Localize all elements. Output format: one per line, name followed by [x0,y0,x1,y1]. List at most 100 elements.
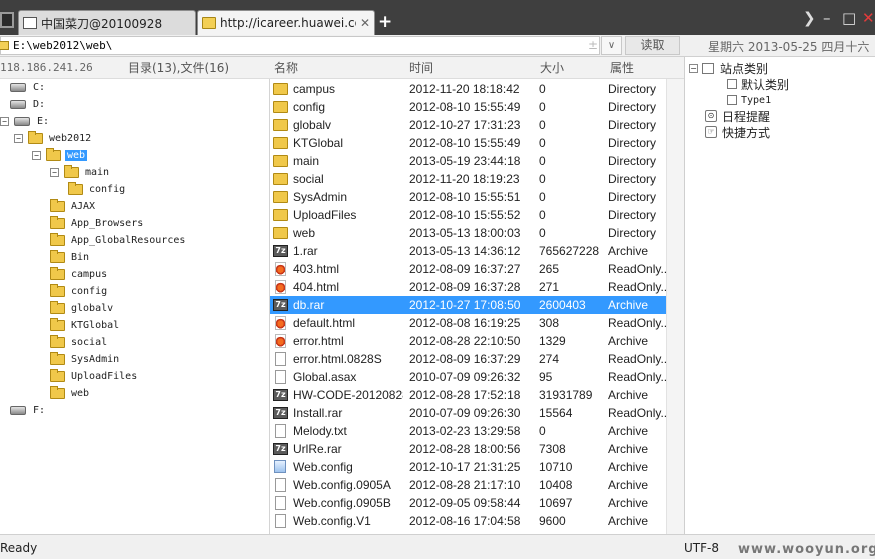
path-input[interactable]: E:\web2012\web\ [0,36,600,55]
file-attr: Archive [608,478,649,492]
watermark: www.wooyun.org [738,542,875,557]
file-time: 2012-08-09 16:37:27 [409,262,521,276]
tab-huawei[interactable]: http://icareer.huawei.com/ma... ✕ [197,10,375,35]
file-row[interactable]: 7z 1.rar 2013-05-13 14:36:12 765627228 Archi… [270,242,666,260]
column-size[interactable]: 大小 [540,57,564,79]
file-row[interactable]: Web.config.0905A 2012-08-28 21:17:10 10408… [270,476,666,494]
site-category-node[interactable]: − 站点类别 [689,60,768,76]
file-row[interactable]: main 2013-05-19 23:44:18 0 Directory [270,152,666,170]
file-row[interactable]: 7z UrlRe.rar 2012-08-28 18:00:56 7308 Archiv… [270,440,666,458]
file-row[interactable]: 403.html 2012-08-09 16:37:27 265 ReadOnly..… [270,260,666,278]
folder-icon [50,216,65,229]
file-row[interactable]: Global.asax 2010-07-09 09:26:32 95 ReadOnly… [270,368,666,386]
archive-icon: 7z [273,389,288,401]
tree-node[interactable]: UploadFiles [50,368,139,385]
tree-node[interactable]: KTGlobal [50,317,121,334]
tree-node[interactable]: config [68,181,127,198]
maximize-button[interactable]: □ [842,9,856,27]
collapse-icon[interactable]: − [32,151,41,160]
tree-node-label: KTGlobal [71,320,120,331]
folder-icon [28,131,43,144]
tree-node[interactable]: AJAX [50,198,97,215]
file-row[interactable]: Web.config.0905B 2012-09-05 09:58:44 10697… [270,494,666,512]
shortcuts-node[interactable]: ☞ 快捷方式 [705,124,770,140]
file-time: 2012-11-20 18:19:23 [409,172,520,186]
tab-caidao[interactable]: 中国菜刀@20100928 [18,10,196,35]
file-row[interactable]: social 2012-11-20 18:19:23 0 Directory [270,170,666,188]
folder-icon [273,227,288,239]
file-row[interactable]: SysAdmin 2012-08-10 15:55:51 0 Directory [270,188,666,206]
tree-node[interactable]: − main [50,164,111,181]
collapse-icon[interactable]: − [0,117,9,126]
file-row[interactable]: error.html 2012-08-28 22:10:50 1329 Archive [270,332,666,350]
column-name[interactable]: 名称 [274,57,298,79]
column-time[interactable]: 时间 [409,57,433,79]
file-row[interactable]: UploadFiles 2012-08-10 15:55:52 0 Directory [270,206,666,224]
file-row[interactable]: Web.config 2012-10-17 21:31:25 10710 Archiv… [270,458,666,476]
path-dropdown-button[interactable]: ∨ [601,36,622,55]
file-row[interactable]: config 2012-08-10 15:55:49 0 Directory [270,98,666,116]
new-tab-button[interactable]: + [378,12,392,32]
path-text: E:\web2012\web\ [13,39,113,52]
file-size: 1329 [539,334,566,348]
tree-node[interactable]: SysAdmin [50,351,121,368]
folder-icon [50,233,65,246]
tree-node[interactable]: F: [10,402,47,419]
tree-node-label: D: [33,99,46,110]
tab-close-icon[interactable]: ✕ [356,16,374,30]
category-icon [727,95,737,105]
schedule-node[interactable]: ⊙ 日程提醒 [705,108,770,124]
file-size: 0 [539,100,546,114]
tree-node[interactable]: App_Browsers [50,215,145,232]
file-time: 2012-08-16 17:04:58 [409,514,521,528]
spinner-icon[interactable]: ± [588,38,598,52]
file-row[interactable]: web 2013-05-13 18:00:03 0 Directory [270,224,666,242]
file-row[interactable]: 7z db.rar 2012-10-27 17:08:50 2600403 Archiv… [270,296,666,314]
file-row[interactable]: error.html.0828S 2012-08-09 16:37:29 274 Re… [270,350,666,368]
tree-node[interactable]: globalv [50,300,115,317]
file-row[interactable]: 7z HW-CODE-20120828... 2012-08-28 17:52:18… [270,386,666,404]
tree-node[interactable]: config [50,283,109,300]
tree-node[interactable]: social [50,334,109,351]
file-row[interactable]: 404.html 2012-08-09 16:37:28 271 ReadOnly..… [270,278,666,296]
tree-node[interactable]: campus [50,266,109,283]
file-row[interactable]: KTGlobal 2012-08-10 15:55:49 0 Directory [270,134,666,152]
drive-icon [10,100,26,109]
tree-node[interactable]: Bin [50,249,91,266]
file-icon [275,478,286,492]
file-row[interactable]: globalv 2012-10-27 17:31:23 0 Directory [270,116,666,134]
minimize-button[interactable]: – [823,9,831,27]
folder-icon [0,41,9,50]
date-display: 星期六 2013-05-25 四月十六 [708,40,870,54]
collapse-icon[interactable]: − [50,168,59,177]
tree-node-label: web [65,150,88,161]
file-row[interactable]: default.html 2012-08-08 16:19:25 308 ReadOn… [270,314,666,332]
tree-node[interactable]: web [50,385,91,402]
read-button[interactable]: 读取 [625,36,680,55]
default-category-node[interactable]: 默认类别 [727,76,789,92]
tree-node[interactable]: App_GlobalResources [50,232,187,249]
tree-node[interactable]: C: [10,79,47,96]
column-attr[interactable]: 属性 [610,57,634,79]
chevron-right-icon[interactable]: ❯ [803,9,816,27]
drive-icon [10,406,26,415]
file-row[interactable]: Melody.txt 2013-02-23 13:29:58 0 Archive [270,422,666,440]
archive-icon: 7z [273,245,288,257]
collapse-icon[interactable]: − [14,134,23,143]
close-window-button[interactable]: ✕ [862,9,875,27]
file-attr: Archive [608,514,649,528]
tree-node[interactable]: − E: [0,113,51,130]
type1-node[interactable]: Type1 [727,92,771,108]
encoding-indicator[interactable]: UTF-8 [684,541,719,555]
file-row[interactable]: Web.config.V1 2012-08-16 17:04:58 9600 Arch… [270,512,666,530]
file-name: web [293,226,316,240]
tree-node[interactable]: − web2012 [14,130,93,147]
file-list-scrollbar[interactable] [666,79,684,534]
file-row[interactable]: campus 2012-11-20 18:18:42 0 Directory [270,80,666,98]
tree-node[interactable]: − web [32,147,88,164]
tree-node[interactable]: D: [10,96,47,113]
file-size: 0 [539,136,546,150]
collapse-icon[interactable]: − [689,63,698,73]
file-time: 2012-08-10 15:55:52 [409,208,521,222]
file-row[interactable]: 7z Install.rar 2010-07-09 09:26:30 15564 Rea… [270,404,666,422]
